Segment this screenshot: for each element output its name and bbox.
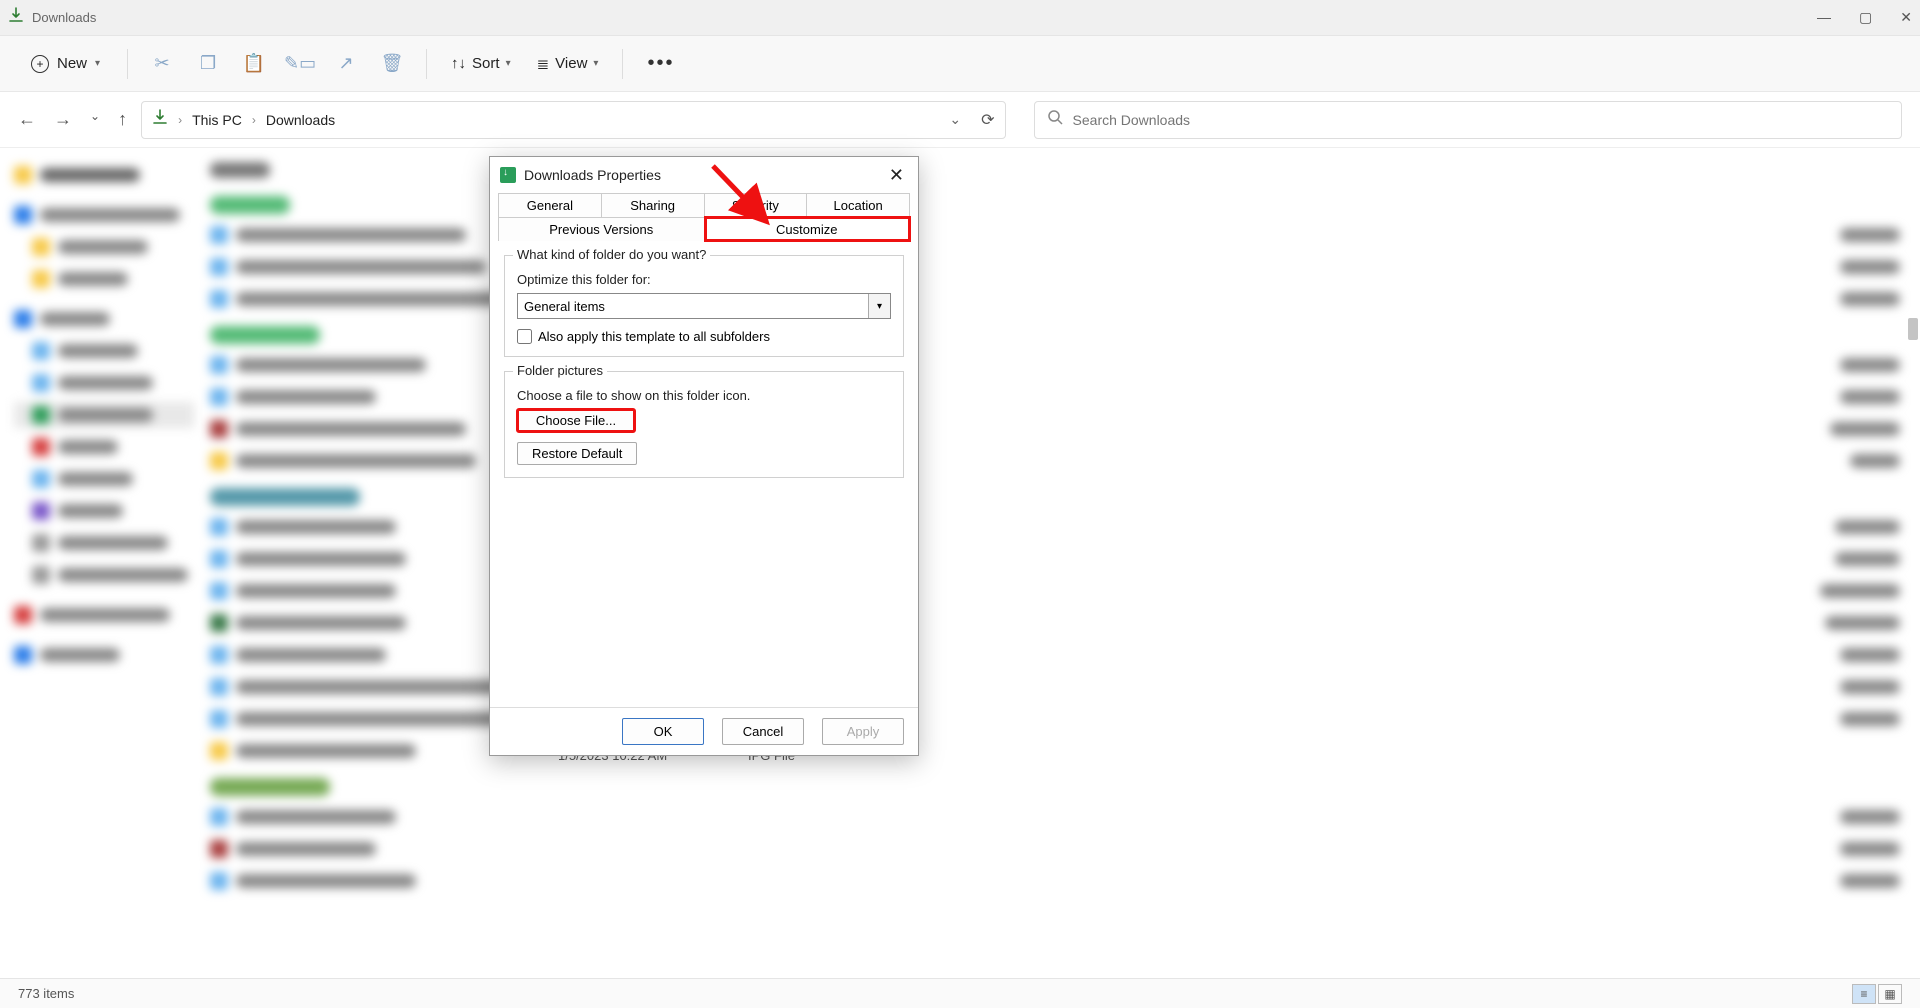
scrollbar-thumb[interactable] [1908, 318, 1918, 340]
details-view-toggle[interactable]: ≡ [1852, 984, 1876, 1004]
optimize-folder-select[interactable]: General items ▾ [517, 293, 891, 319]
chevron-right-icon: › [178, 113, 182, 127]
chevron-down-icon: ▾ [95, 58, 100, 69]
delete-icon[interactable]: 🗑 [372, 44, 412, 84]
status-bar: 773 items ≡ ▦ [0, 978, 1920, 1008]
apply-subfolders-label: Also apply this template to all subfolde… [538, 329, 770, 344]
new-button[interactable]: + New ▾ [18, 48, 113, 80]
properties-dialog: Downloads Properties ✕ General Sharing S… [489, 156, 919, 756]
share-icon[interactable]: ↗ [326, 44, 366, 84]
folder-pictures-desc: Choose a file to show on this folder ico… [517, 388, 891, 403]
search-input[interactable] [1073, 112, 1889, 128]
tab-previous-versions[interactable]: Previous Versions [498, 217, 705, 241]
dialog-footer: OK Cancel Apply [490, 707, 918, 755]
nav-history-button[interactable]: ⌄ [90, 109, 100, 130]
window-minimize-button[interactable]: — [1817, 9, 1831, 26]
view-label: View [555, 55, 587, 72]
chevron-down-icon: ▾ [868, 294, 890, 318]
tab-sharing[interactable]: Sharing [602, 193, 705, 217]
apply-subfolders-checkbox-row[interactable]: Also apply this template to all subfolde… [517, 329, 891, 344]
tab-customize[interactable]: Customize [705, 217, 911, 241]
view-button[interactable]: ≣ View ▾ [527, 49, 609, 79]
rename-icon[interactable]: ✎▭ [280, 44, 320, 84]
tab-location[interactable]: Location [807, 193, 910, 217]
folder-type-group: What kind of folder do you want? Optimiz… [504, 255, 904, 357]
refresh-button[interactable]: ⟳ [981, 110, 994, 130]
view-icon: ≣ [537, 55, 550, 73]
download-arrow-icon [152, 109, 168, 130]
folder-pictures-legend: Folder pictures [513, 363, 607, 378]
tab-security[interactable]: Security [705, 193, 808, 217]
tab-customize-panel: What kind of folder do you want? Optimiz… [490, 241, 918, 707]
search-icon [1047, 109, 1063, 130]
restore-default-button[interactable]: Restore Default [517, 442, 637, 465]
dialog-tabs: General Sharing Security Location Previo… [490, 193, 918, 241]
dialog-close-button[interactable]: ✕ [885, 165, 908, 186]
separator [127, 49, 128, 79]
optimize-label: Optimize this folder for: [517, 272, 891, 287]
tab-general[interactable]: General [498, 193, 602, 217]
command-toolbar: + New ▾ ✂ ❐ 📋 ✎▭ ↗ 🗑 ↑↓ Sort ▾ ≣ View ▾ … [0, 36, 1920, 92]
file-list-area [0, 148, 1920, 978]
window-title: Downloads [32, 10, 1817, 25]
item-count: 773 items [18, 986, 74, 1001]
choose-file-button[interactable]: Choose File... [517, 409, 635, 432]
thumbnails-view-toggle[interactable]: ▦ [1878, 984, 1902, 1004]
address-dropdown-button[interactable]: ⌄ [949, 111, 961, 128]
folder-pictures-group: Folder pictures Choose a file to show on… [504, 371, 904, 478]
address-row: ← → ⌄ ↑ › This PC › Downloads ⌄ ⟳ [0, 92, 1920, 148]
separator [426, 49, 427, 79]
sort-button[interactable]: ↑↓ Sort ▾ [441, 49, 521, 78]
dialog-title: Downloads Properties [524, 167, 877, 183]
download-arrow-icon [8, 7, 24, 28]
downloads-folder-icon [500, 167, 516, 183]
folder-type-legend: What kind of folder do you want? [513, 247, 710, 262]
window-close-button[interactable]: ✕ [1900, 9, 1912, 26]
window-maximize-button[interactable]: ▢ [1859, 9, 1872, 26]
sort-icon: ↑↓ [451, 55, 466, 72]
nav-forward-button[interactable]: → [54, 109, 72, 130]
paste-icon[interactable]: 📋 [234, 44, 274, 84]
apply-subfolders-checkbox[interactable] [517, 329, 532, 344]
nav-back-button[interactable]: ← [18, 109, 36, 130]
dialog-titlebar: Downloads Properties ✕ [490, 157, 918, 193]
new-button-label: New [57, 55, 87, 72]
cancel-button[interactable]: Cancel [722, 718, 804, 745]
separator [622, 49, 623, 79]
more-options-button[interactable]: ••• [637, 52, 684, 75]
window-titlebar: Downloads — ▢ ✕ [0, 0, 1920, 36]
breadcrumb-this-pc[interactable]: This PC [192, 112, 242, 128]
address-bar[interactable]: › This PC › Downloads ⌄ ⟳ [141, 101, 1005, 139]
chevron-right-icon: › [252, 113, 256, 127]
copy-icon[interactable]: ❐ [188, 44, 228, 84]
search-box[interactable] [1034, 101, 1902, 139]
sort-label: Sort [472, 55, 500, 72]
optimize-folder-value: General items [524, 299, 605, 314]
chevron-down-icon: ▾ [506, 58, 511, 69]
cut-icon[interactable]: ✂ [142, 44, 182, 84]
apply-button[interactable]: Apply [822, 718, 904, 745]
chevron-down-icon: ▾ [593, 58, 598, 69]
ok-button[interactable]: OK [622, 718, 704, 745]
plus-circle-icon: + [31, 55, 49, 73]
breadcrumb-downloads[interactable]: Downloads [266, 112, 335, 128]
nav-up-button[interactable]: ↑ [118, 109, 127, 130]
